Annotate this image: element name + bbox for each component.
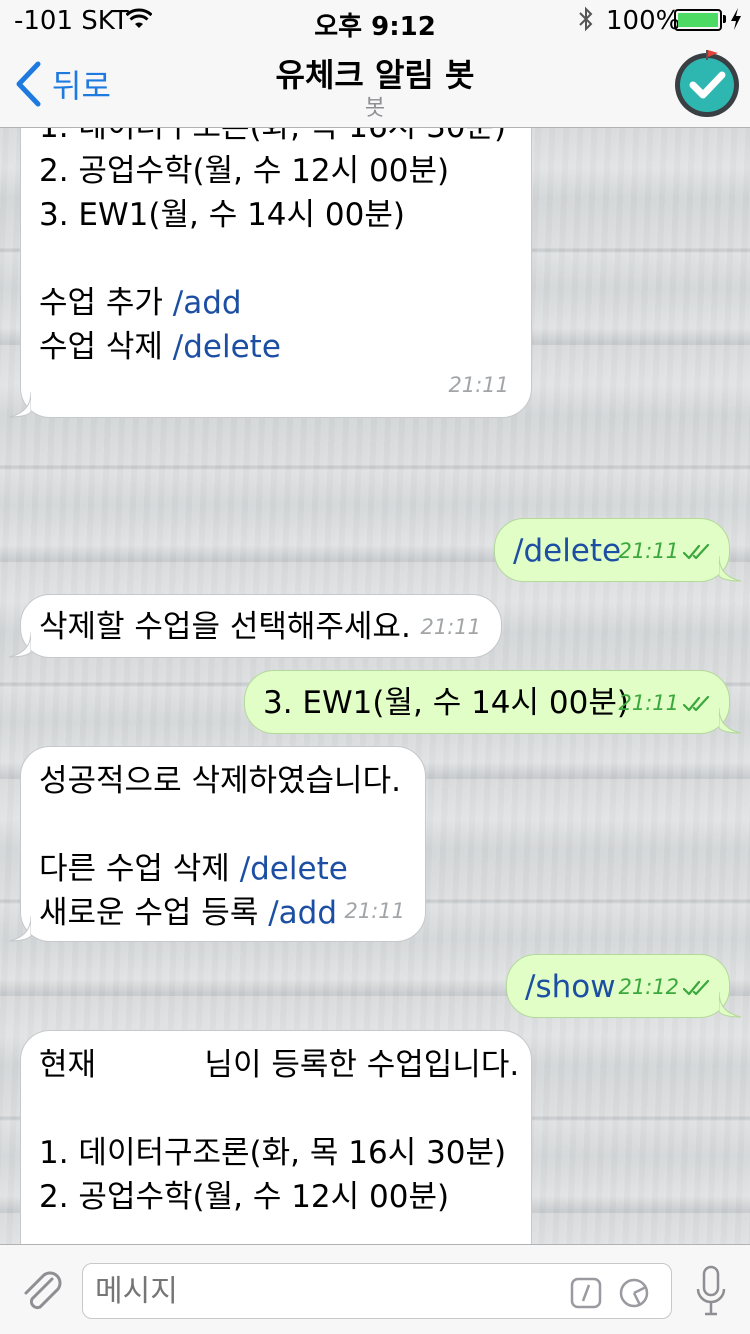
paperclip-icon[interactable] <box>18 1265 66 1315</box>
microphone-icon[interactable] <box>694 1265 728 1317</box>
message-line: 수업 추가 /add <box>39 281 511 325</box>
command-link[interactable]: /show <box>525 969 616 1005</box>
command-link[interactable]: /delete <box>240 851 348 887</box>
command-link[interactable]: /delete <box>513 533 621 569</box>
read-checks-icon <box>683 695 710 712</box>
command-link[interactable]: /delete <box>173 329 281 365</box>
message-meta: 21:11 <box>420 605 481 649</box>
message-time: 21:11 <box>420 615 481 639</box>
incoming-message-bubble[interactable]: 삭제할 수업을 선택해주세요. 21:11 <box>9 594 502 658</box>
message-time: 21:12 <box>618 975 679 999</box>
command-slash-icon[interactable] <box>570 1277 602 1309</box>
message-text: 수업 추가 <box>39 285 173 321</box>
bluetooth-icon <box>579 6 593 32</box>
message-line: 2. 공업수학(월, 수 12시 00분) <box>39 149 511 193</box>
check-avatar-icon[interactable] <box>672 48 742 118</box>
nav-bar: 뒤로 유체크 알림 봇 봇 <box>0 40 750 128</box>
message-text: 3. EW1(월, 수 14시 00분) <box>263 685 629 721</box>
message-time: 21:11 <box>448 373 509 397</box>
message-line <box>39 803 405 847</box>
message-text: 성공적으로 삭제하였습니다. <box>39 763 401 799</box>
message-meta: 21:12 <box>618 965 713 1009</box>
message-line: 3. EW1(월, 수 14시 00분) <box>39 193 511 237</box>
chat-subtitle: 봇 <box>364 96 386 121</box>
message-text: 1. 데이터구조론(화, 목 16시 30분) <box>39 1135 507 1171</box>
command-link[interactable]: /add <box>173 285 242 321</box>
message-text: 삭제할 수업을 선택해주세요. <box>39 609 411 645</box>
outgoing-message-bubble[interactable]: /show 21:12 <box>506 954 741 1018</box>
message-line <box>39 237 511 281</box>
message-line: 삭제할 수업을 선택해주세요. <box>39 605 481 649</box>
input-bar <box>0 1244 750 1334</box>
outgoing-message-bubble[interactable]: /delete 21:11 <box>494 518 741 582</box>
message-list: 1. 데이터구조론(화, 목 16시 30분) 2. 공업수학(월, 수 12시 … <box>0 128 750 1244</box>
read-checks-icon <box>683 979 710 996</box>
sticker-icon[interactable] <box>618 1277 652 1309</box>
message-line: 현재 님이 등록한 수업입니다. <box>39 1043 519 1087</box>
message-line: 2. 공업수학(월, 수 12시 00분) <box>39 1175 511 1219</box>
message-meta: 21:11 <box>618 681 713 725</box>
message-line: 1. 데이터구조론(화, 목 16시 30분) <box>39 1131 511 1175</box>
message-text: 새로운 수업 등록 <box>39 895 269 931</box>
outgoing-message-bubble[interactable]: 3. EW1(월, 수 14시 00분) 21:11 <box>244 670 741 734</box>
message-time: 21:11 <box>618 539 679 563</box>
message-text: 2. 공업수학(월, 수 12시 00분) <box>39 1179 450 1215</box>
charging-icon <box>731 8 741 30</box>
message-time: 21:11 <box>618 691 679 715</box>
message-line: 다른 수업 삭제 /delete <box>39 847 405 891</box>
message-line <box>39 1087 511 1131</box>
message-text: 현재 님이 등록한 수업입니다. <box>39 1047 520 1083</box>
message-meta: 21:11 <box>344 889 405 933</box>
read-checks-icon <box>683 543 710 560</box>
battery-icon <box>674 9 722 31</box>
command-link[interactable]: /add <box>268 895 337 931</box>
message-text: 2. 공업수학(월, 수 12시 00분) <box>39 153 450 189</box>
incoming-message-bubble[interactable]: 성공적으로 삭제하였습니다. 다른 수업 삭제 /delete 새로운 수업 등록 … <box>9 746 426 942</box>
battery-percent: 100% <box>606 6 681 36</box>
message-line: 수업 삭제 /delete <box>39 325 511 369</box>
message-text: 다른 수업 삭제 <box>39 851 240 887</box>
message-text: 3. EW1(월, 수 14시 00분) <box>39 197 405 233</box>
status-bar: -101 SKT 오후 9:12 100% <box>0 0 750 42</box>
message-text: 수업 삭제 <box>39 329 173 365</box>
incoming-message-bubble[interactable]: 1. 데이터구조론(화, 목 16시 30분)2. 공업수학(월, 수 12시 … <box>9 128 532 418</box>
message-line: 성공적으로 삭제하였습니다. <box>39 759 405 803</box>
message-meta: 21:11 <box>448 363 509 407</box>
message-time: 21:11 <box>344 899 405 923</box>
message-meta: 21:11 <box>618 529 713 573</box>
